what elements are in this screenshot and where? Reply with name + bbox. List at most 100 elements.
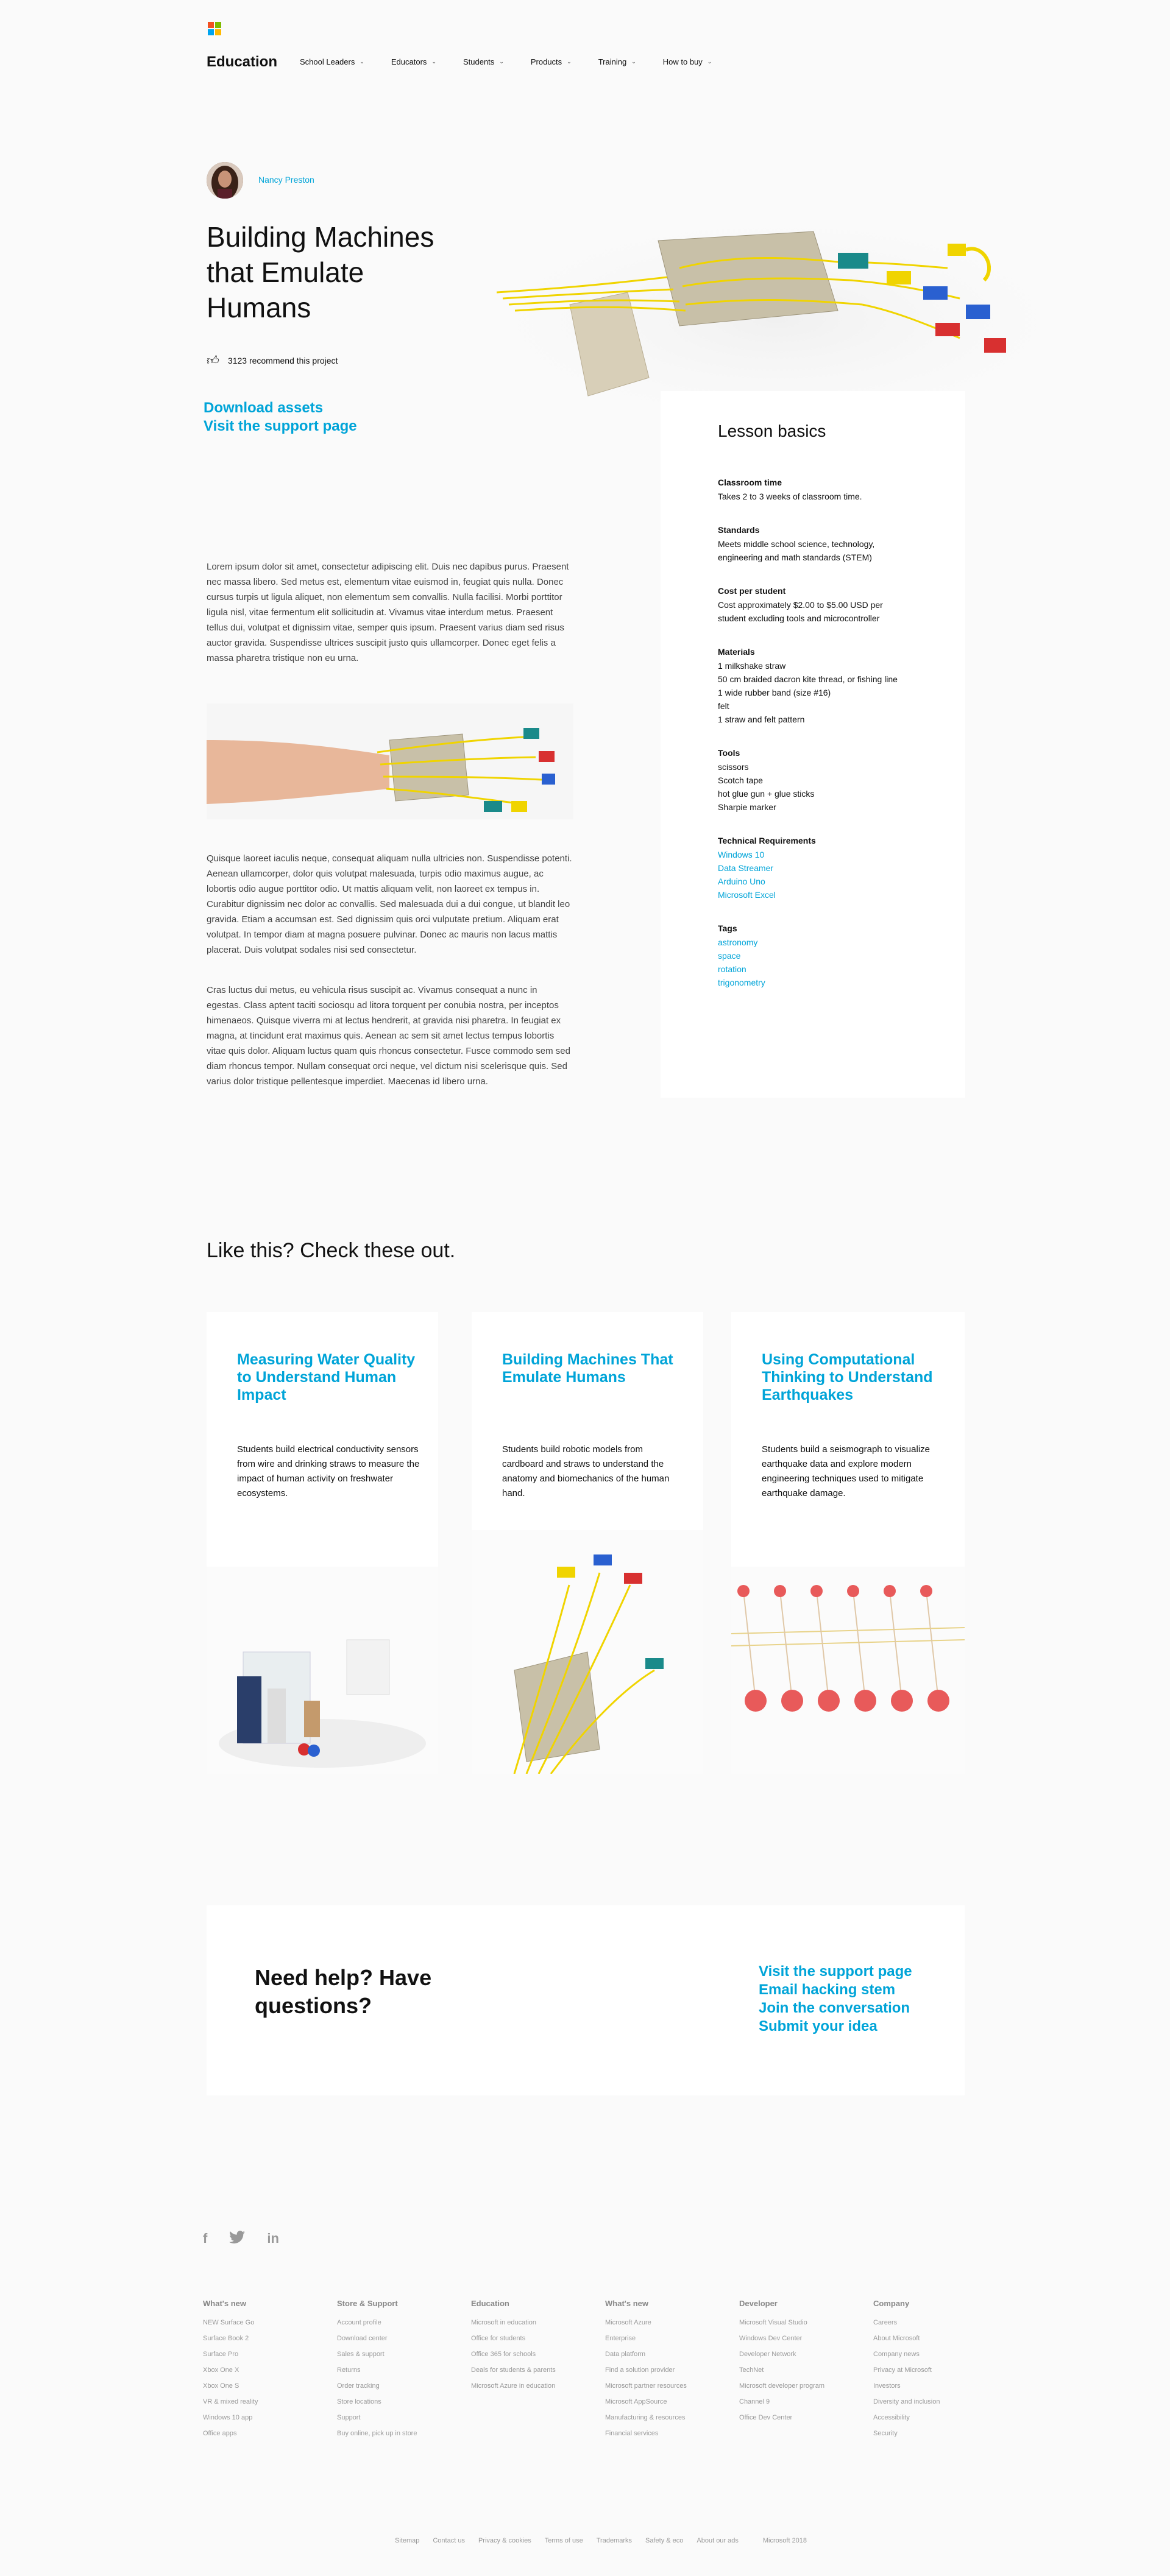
copyright: Microsoft 2018: [762, 2537, 807, 2544]
download-assets-link[interactable]: Download assets: [204, 399, 357, 417]
section-label: Classroom time: [718, 478, 782, 487]
footer-link[interactable]: TechNet: [739, 2366, 861, 2374]
footer-link[interactable]: Microsoft Azure in education: [471, 2382, 593, 2390]
tag-link[interactable]: space: [718, 949, 908, 962]
section-label: Materials: [718, 647, 755, 657]
linkedin-icon[interactable]: in: [267, 2231, 279, 2246]
nav-school-leaders[interactable]: School Leaders ⌄: [300, 57, 364, 66]
footer-link[interactable]: Microsoft developer program: [739, 2382, 861, 2390]
footer-link[interactable]: Company news: [873, 2351, 995, 2358]
tech-link-data-streamer[interactable]: Data Streamer: [718, 861, 908, 875]
footer-column-title: What's new: [203, 2299, 246, 2308]
card-description: Students build electrical conductivity s…: [237, 1444, 420, 1498]
card-title-link[interactable]: Measuring Water Quality to Understand Hu…: [237, 1351, 420, 1404]
footer-link[interactable]: Office Dev Center: [739, 2414, 861, 2421]
footer-link[interactable]: Data platform: [605, 2351, 727, 2358]
terms-link[interactable]: Terms of use: [545, 2537, 583, 2544]
nav-training[interactable]: Training ⌄: [598, 57, 636, 66]
footer-link[interactable]: Find a solution provider: [605, 2366, 727, 2374]
card-title-link[interactable]: Building Machines That Emulate Humans: [502, 1351, 685, 1386]
footer-column-title: Store & Support: [337, 2299, 398, 2308]
footer-link[interactable]: Microsoft Visual Studio: [739, 2319, 861, 2326]
tag-link[interactable]: rotation: [718, 962, 908, 976]
footer-link[interactable]: Sales & support: [337, 2351, 459, 2358]
tech-link-windows[interactable]: Windows 10: [718, 848, 908, 861]
footer-link[interactable]: Order tracking: [337, 2382, 459, 2390]
footer-link[interactable]: Account profile: [337, 2319, 459, 2326]
footer-link[interactable]: Office apps: [203, 2430, 325, 2437]
footer-link[interactable]: Windows Dev Center: [739, 2335, 861, 2342]
footer-link[interactable]: Channel 9: [739, 2398, 861, 2405]
nav-educators[interactable]: Educators ⌄: [391, 57, 436, 66]
nav-students[interactable]: Students ⌄: [463, 57, 504, 66]
footer-link[interactable]: Buy online, pick up in store: [337, 2430, 459, 2437]
footer-link[interactable]: NEW Surface Go: [203, 2319, 325, 2326]
sitemap-link[interactable]: Sitemap: [395, 2537, 419, 2544]
privacy-link[interactable]: Privacy & cookies: [478, 2537, 531, 2544]
footer-link[interactable]: Investors: [873, 2382, 995, 2390]
footer-link[interactable]: Accessibility: [873, 2414, 995, 2421]
footer-link[interactable]: About Microsoft: [873, 2335, 995, 2342]
footer-link[interactable]: Returns: [337, 2366, 459, 2374]
cost-section: Cost per student Cost approximately $2.0…: [718, 586, 908, 625]
footer-link[interactable]: Download center: [337, 2335, 459, 2342]
tech-link-arduino[interactable]: Arduino Uno: [718, 875, 908, 888]
logo-square-green: [215, 22, 221, 28]
visit-support-link[interactable]: Visit the support page: [204, 417, 357, 436]
footer-link[interactable]: Microsoft partner resources: [605, 2382, 727, 2390]
facebook-icon[interactable]: f: [203, 2231, 207, 2246]
logo-square-red: [208, 22, 214, 28]
footer-link[interactable]: VR & mixed reality: [203, 2398, 325, 2405]
footer-link[interactable]: Store locations: [337, 2398, 459, 2405]
footer-link[interactable]: Diversity and inclusion: [873, 2398, 995, 2405]
footer-link[interactable]: Careers: [873, 2319, 995, 2326]
thumbs-up-icon[interactable]: 👍︎: [207, 353, 219, 368]
tag-link[interactable]: astronomy: [718, 936, 908, 949]
related-card[interactable]: Measuring Water Quality to Understand Hu…: [207, 1312, 438, 1774]
footer-link[interactable]: Surface Book 2: [203, 2335, 325, 2342]
tag-link[interactable]: trigonometry: [718, 976, 908, 989]
nav-products[interactable]: Products ⌄: [531, 57, 572, 66]
contact-us-link[interactable]: Contact us: [433, 2537, 465, 2544]
footer-column: What's new NEW Surface Go Surface Book 2…: [203, 2299, 325, 2446]
footer-link[interactable]: Microsoft Azure: [605, 2319, 727, 2326]
footer-link[interactable]: Support: [337, 2414, 459, 2421]
visit-support-link[interactable]: Visit the support page: [759, 1963, 912, 1981]
safety-eco-link[interactable]: Safety & eco: [645, 2537, 683, 2544]
list-item: Scotch tape: [718, 775, 763, 785]
footer-link[interactable]: Xbox One S: [203, 2382, 325, 2390]
footer-link[interactable]: Microsoft in education: [471, 2319, 593, 2326]
list-item: 50 cm braided dacron kite thread, or fis…: [718, 674, 898, 684]
submit-idea-link[interactable]: Submit your idea: [759, 2017, 912, 2036]
footer-link[interactable]: Microsoft AppSource: [605, 2398, 727, 2405]
footer-link[interactable]: Office for students: [471, 2335, 593, 2342]
footer-link[interactable]: Developer Network: [739, 2351, 861, 2358]
footer-link[interactable]: Office 365 for schools: [471, 2351, 593, 2358]
footer-link[interactable]: Enterprise: [605, 2335, 727, 2342]
author-avatar[interactable]: [207, 162, 243, 199]
footer-link[interactable]: Xbox One X: [203, 2366, 325, 2374]
footer-link[interactable]: Manufacturing & resources: [605, 2414, 727, 2421]
footer-link[interactable]: Windows 10 app: [203, 2414, 325, 2421]
footer-link[interactable]: Security: [873, 2430, 995, 2437]
footer-link[interactable]: Financial services: [605, 2430, 727, 2437]
nav-how-to-buy[interactable]: How to buy ⌄: [663, 57, 712, 66]
footer-link[interactable]: Deals for students & parents: [471, 2366, 593, 2374]
card-title-link[interactable]: Using Computational Thinking to Understa…: [762, 1351, 945, 1404]
about-ads-link[interactable]: About our ads: [697, 2537, 739, 2544]
email-hacking-stem-link[interactable]: Email hacking stem: [759, 1981, 912, 1999]
nav-label: School Leaders: [300, 57, 355, 66]
brand-title[interactable]: Education: [207, 54, 277, 71]
footer-link[interactable]: Surface Pro: [203, 2351, 325, 2358]
author-name-link[interactable]: Nancy Preston: [258, 175, 314, 185]
microsoft-logo[interactable]: [208, 22, 221, 35]
list-item: hot glue gun + glue sticks: [718, 789, 815, 799]
join-conversation-link[interactable]: Join the conversation: [759, 1999, 912, 2017]
twitter-icon[interactable]: [229, 2231, 246, 2244]
tech-link-excel[interactable]: Microsoft Excel: [718, 888, 908, 902]
trademarks-link[interactable]: Trademarks: [597, 2537, 632, 2544]
footer-link[interactable]: Privacy at Microsoft: [873, 2366, 995, 2374]
related-card[interactable]: Using Computational Thinking to Understa…: [731, 1312, 965, 1774]
lesson-basics-card: Lesson basics Classroom time Takes 2 to …: [661, 391, 965, 1098]
related-card[interactable]: Building Machines That Emulate Humans St…: [472, 1312, 703, 1774]
